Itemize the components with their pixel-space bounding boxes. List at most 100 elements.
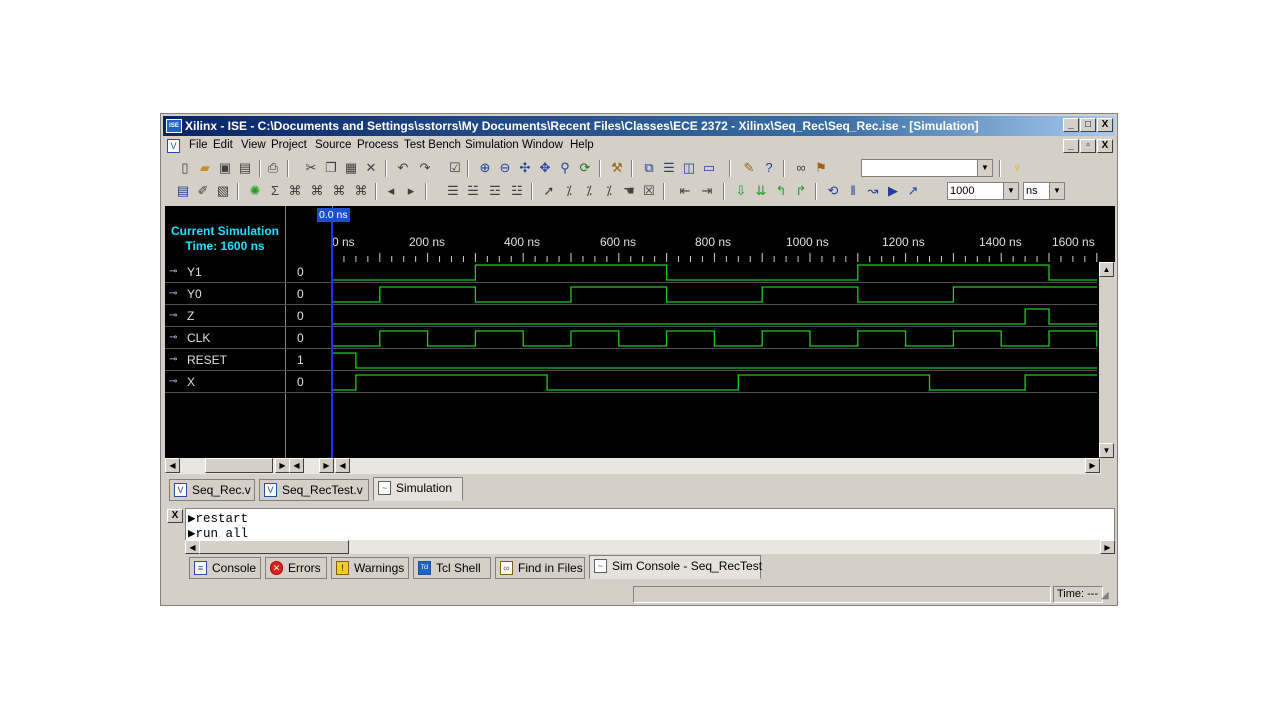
scroll-right-icon[interactable]: ▶	[1100, 540, 1115, 554]
step-over-icon[interactable]: ⇊	[753, 183, 769, 199]
scroll-right-icon[interactable]: ▶	[1085, 458, 1100, 473]
cascade-windows-icon[interactable]: ⧉	[641, 160, 657, 176]
bus-collapse-icon[interactable]: ⌘	[309, 183, 325, 199]
delete-icon[interactable]: ✕	[363, 160, 379, 176]
search-combo[interactable]: ▼	[861, 159, 993, 177]
step-back-icon[interactable]: ↱	[793, 183, 809, 199]
refresh-icon[interactable]: ⟳	[577, 160, 593, 176]
chevron-down-icon[interactable]: ▼	[977, 160, 992, 176]
open-folder-icon[interactable]: ▰	[197, 160, 213, 176]
minimize-button[interactable]: _	[1063, 118, 1079, 132]
pause-icon[interactable]: ‖	[845, 183, 861, 199]
notes-icon[interactable]: ▧	[215, 183, 231, 199]
menu-edit[interactable]: Edit	[213, 139, 233, 151]
copy-icon[interactable]: ❐	[323, 160, 339, 176]
hand-icon[interactable]: ☚	[621, 183, 637, 199]
menu-project[interactable]: Project	[271, 139, 307, 151]
run-all-icon[interactable]: ↝	[865, 183, 881, 199]
new-file-icon[interactable]: ▯	[177, 160, 193, 176]
tab-console[interactable]: ≡ Console	[189, 557, 261, 579]
scroll-right-icon[interactable]: ▶	[275, 458, 290, 473]
maximize-window-icon[interactable]: ▭	[701, 160, 717, 176]
tab-tcl-shell[interactable]: Tcl Tcl Shell	[413, 557, 491, 579]
menu-process[interactable]: Process	[357, 139, 399, 151]
scroll-down-icon[interactable]: ▼	[1099, 443, 1114, 458]
step-icon[interactable]: ⇩	[733, 183, 749, 199]
console-output[interactable]: ▶restart ▶run all	[185, 508, 1115, 542]
tab-errors[interactable]: ✕ Errors	[265, 557, 327, 579]
vertical-scrollbar[interactable]: ▲ ▼	[1099, 262, 1115, 458]
scroll-left-icon[interactable]: ◀	[165, 458, 180, 473]
scroll-left-icon[interactable]: ◀	[335, 458, 350, 473]
menu-simulation[interactable]: Simulation	[465, 139, 519, 151]
tb-align-right-icon[interactable]: ⇥	[699, 183, 715, 199]
previous-transition-icon[interactable]: ◂	[383, 183, 399, 199]
menu-file[interactable]: File	[189, 139, 208, 151]
marker-prev-icon[interactable]: ☲	[487, 183, 503, 199]
chevron-down-icon[interactable]: ▼	[1049, 183, 1064, 199]
properties-icon[interactable]: ▤	[175, 183, 191, 199]
sigma-icon[interactable]: Σ	[267, 183, 283, 199]
scroll-right-icon[interactable]: ▶	[319, 458, 334, 473]
zoom-fit-icon[interactable]: ✥	[537, 160, 553, 176]
horizontal-scrollbar[interactable]: ◀ ▶ ◀ ▶ ◀ ▶	[165, 458, 1101, 474]
scroll-up-icon[interactable]: ▲	[1099, 262, 1114, 277]
bus-expand-icon[interactable]: ⌘	[287, 183, 303, 199]
help-pointer-icon[interactable]: ?	[761, 160, 777, 176]
menu-view[interactable]: View	[241, 139, 266, 151]
wrench-icon[interactable]: ✎	[741, 160, 757, 176]
check-syntax-icon[interactable]: ☑	[447, 160, 463, 176]
measure2-icon[interactable]: ⁒	[581, 183, 597, 199]
scroll-left-icon[interactable]: ◀	[185, 540, 200, 554]
run-for-icon[interactable]: ↗	[905, 183, 921, 199]
pointer-icon[interactable]: ➚	[541, 183, 557, 199]
lightbulb-icon[interactable]: ♀	[1009, 160, 1025, 176]
zoom-full-icon[interactable]: ✣	[517, 160, 533, 176]
measure3-icon[interactable]: ⁒	[601, 183, 617, 199]
edit-icon[interactable]: ✐	[195, 183, 211, 199]
delete-markers-icon[interactable]: ☒	[641, 183, 657, 199]
print-icon[interactable]: ⎙	[265, 160, 281, 176]
scroll-left-icon[interactable]: ◀	[289, 458, 304, 473]
marker-icon[interactable]: ☰	[445, 183, 461, 199]
tb-align-left-icon[interactable]: ⇤	[677, 183, 693, 199]
console-scroll-thumb[interactable]	[199, 540, 349, 554]
save-icon[interactable]: ▣	[217, 160, 233, 176]
bus-group-icon[interactable]: ⌘	[331, 183, 347, 199]
paste-icon[interactable]: ▦	[343, 160, 359, 176]
name-scroll-thumb[interactable]	[205, 458, 273, 473]
tab-seq-rectest-v[interactable]: V Seq_RecTest.v	[259, 479, 369, 501]
console-hscroll[interactable]: ◀ ▶	[185, 540, 1115, 554]
gear-icon[interactable]: ✺	[247, 183, 263, 199]
tab-simulation[interactable]: ~ Simulation	[373, 477, 463, 501]
cut-icon[interactable]: ✂	[303, 160, 319, 176]
doc-close-button[interactable]: X	[1097, 139, 1113, 153]
run-icon[interactable]: ▶	[885, 183, 901, 199]
time-unit-select[interactable]: ns ▼	[1023, 182, 1065, 200]
resize-grip-icon[interactable]: ◢	[1101, 590, 1113, 602]
menu-help[interactable]: Help	[570, 139, 594, 151]
measure-icon[interactable]: ⁒	[561, 183, 577, 199]
tab-seq-rec-v[interactable]: V Seq_Rec.v	[169, 479, 255, 501]
undo-icon[interactable]: ↶	[395, 160, 411, 176]
save-all-icon[interactable]: ▤	[237, 160, 253, 176]
hammer-icon[interactable]: ⚒	[609, 160, 625, 176]
tab-sim-console[interactable]: ~ Sim Console - Seq_RecTest	[589, 555, 762, 579]
menu-window[interactable]: Window	[522, 139, 563, 151]
menu-test-bench[interactable]: Test Bench	[404, 139, 461, 151]
bus-ungroup-icon[interactable]: ⌘	[353, 183, 369, 199]
chevron-down-icon[interactable]: ▼	[1003, 183, 1018, 199]
console-close-icon[interactable]: X	[167, 509, 183, 523]
zoom-in-icon[interactable]: ⊕	[477, 160, 493, 176]
close-button[interactable]: X	[1097, 118, 1113, 132]
restart-icon[interactable]: ⟲	[825, 183, 841, 199]
step-out-icon[interactable]: ↰	[773, 183, 789, 199]
doc-restore-button[interactable]: ▫	[1080, 139, 1096, 153]
tab-warnings[interactable]: ! Warnings	[331, 557, 409, 579]
next-transition-icon[interactable]: ▸	[403, 183, 419, 199]
run-time-input[interactable]: 1000 ▼	[947, 182, 1019, 200]
doc-minimize-button[interactable]: _	[1063, 139, 1079, 153]
marker-add-icon[interactable]: ☱	[465, 183, 481, 199]
binoculars-icon[interactable]: ∞	[793, 160, 809, 176]
tile-horizontal-icon[interactable]: ☰	[661, 160, 677, 176]
